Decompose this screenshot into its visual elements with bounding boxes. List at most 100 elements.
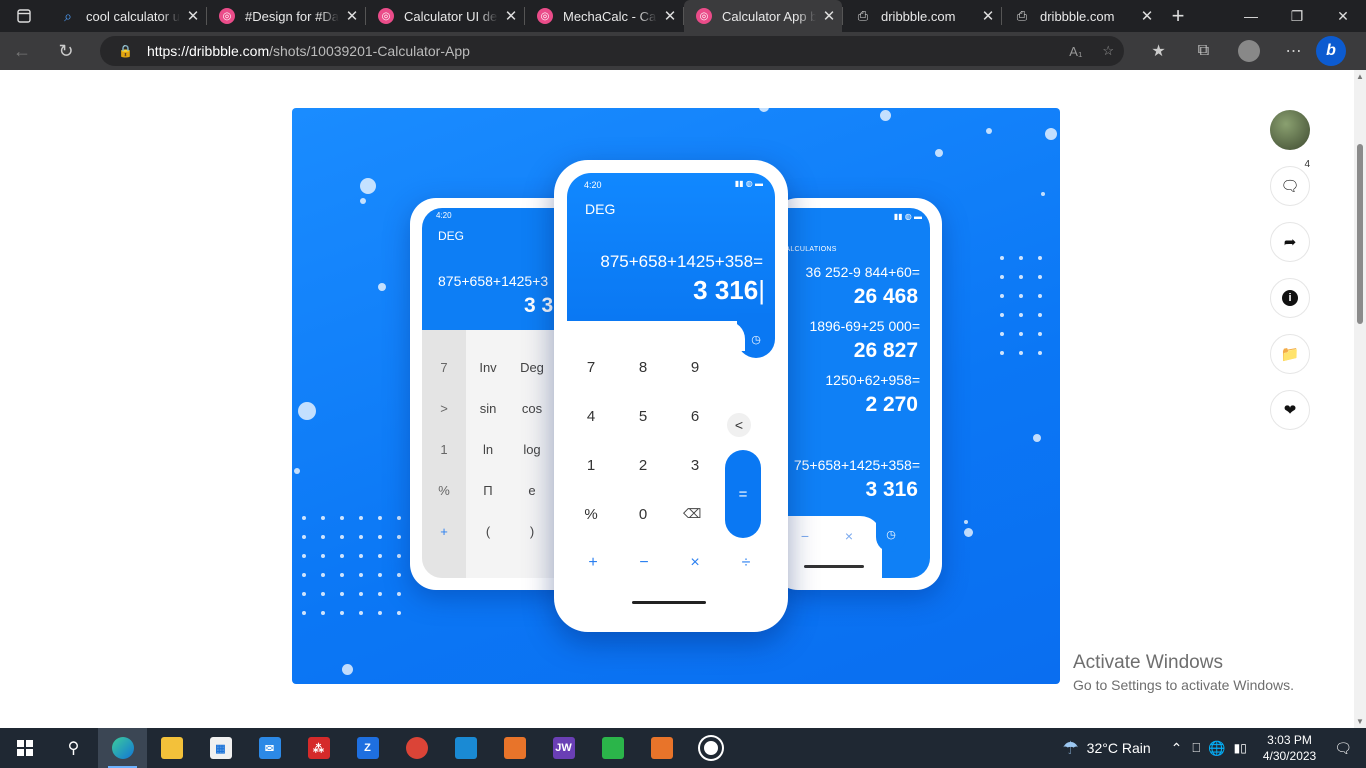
close-tab-icon[interactable]: ✕ — [816, 7, 842, 25]
right-phone-status-icons: ▮▮ ◍ ▬ — [893, 212, 922, 221]
scroll-down-icon[interactable]: ▼ — [1356, 717, 1364, 726]
battery-icon[interactable]: ▮▯ — [1234, 741, 1247, 755]
comments-button[interactable]: 🗨 4 — [1270, 159, 1313, 206]
calculator-key[interactable]: 2 — [623, 457, 663, 474]
close-tab-icon[interactable]: ✕ — [498, 7, 524, 25]
collections-icon[interactable]: ⧉ — [1181, 42, 1226, 60]
tab-actions-icon — [17, 9, 31, 23]
network-icon[interactable]: 🌐 — [1208, 740, 1225, 757]
decor-dot — [759, 108, 769, 112]
left-phone-mode: DEG — [438, 229, 465, 243]
activate-windows-watermark: Activate Windows Go to Settings to activ… — [1073, 652, 1294, 693]
new-tab-button[interactable]: + — [1160, 3, 1196, 29]
left-phone-expression: 875+658+1425+3 — [438, 273, 549, 289]
operator-key[interactable]: ÷ — [731, 554, 761, 572]
zalo-taskbar-button[interactable]: Z — [343, 728, 392, 768]
calculator-key[interactable]: % — [571, 506, 611, 523]
start-button[interactable] — [0, 728, 49, 768]
green-app-icon — [601, 737, 624, 759]
close-tab-icon[interactable]: ✕ — [975, 7, 1001, 25]
tray-device-icon[interactable]: ⎕ — [1192, 740, 1200, 756]
store-icon: ▦ — [209, 737, 232, 759]
file-explorer-button[interactable] — [147, 728, 196, 768]
save-to-collection-button[interactable]: 📁 — [1270, 334, 1310, 374]
page-scrollbar[interactable]: ▲ ▼ — [1354, 70, 1366, 728]
info-icon: i — [1282, 290, 1298, 306]
browser-tab[interactable]: ◎ MechaCalc - Calc ✕ — [525, 0, 683, 32]
browser-tab[interactable]: ⌕ cool calculator ui ✕ — [48, 0, 206, 32]
back-button[interactable]: ← — [0, 32, 44, 70]
calculator-key[interactable]: 7 — [571, 359, 611, 376]
add-favorite-icon[interactable]: ☆ — [1102, 43, 1114, 59]
designer-avatar[interactable] — [1270, 110, 1310, 150]
shot-image: 4:20 DEG 875+658+1425+3 3 3 7 Inv Deg > sin c… — [292, 108, 1060, 684]
edge-taskbar-button[interactable] — [98, 728, 147, 768]
operator-key[interactable]: + — [578, 554, 608, 572]
chevron-left-key[interactable]: < — [727, 413, 751, 437]
browser-tab[interactable]: ◎ Calculator App by ✕ — [684, 0, 842, 32]
backspace-key[interactable]: ⌫ — [683, 506, 701, 522]
calculator-key[interactable]: 4 — [571, 408, 611, 425]
operator-key[interactable]: − — [629, 554, 659, 572]
url-field[interactable]: 🔒 https://dribbble.com/shots/10039201-Ca… — [100, 36, 1124, 66]
scroll-up-icon[interactable]: ▲ — [1356, 72, 1364, 81]
store-button[interactable]: ▦ — [196, 728, 245, 768]
page-content: 4:20 DEG 875+658+1425+3 3 3 7 Inv Deg > sin c… — [0, 70, 1366, 728]
dribbble-icon: ◎ — [696, 8, 712, 24]
center-phone-mode: DEG — [585, 201, 616, 217]
refresh-button[interactable]: ↻ — [44, 32, 88, 70]
calculator-key[interactable]: 9 — [675, 359, 715, 376]
close-tab-icon[interactable]: ✕ — [1134, 7, 1160, 25]
browser-tab[interactable]: ◎ #Design for #Dai ✕ — [207, 0, 365, 32]
share-button[interactable]: ➦ — [1270, 222, 1310, 262]
info-button[interactable]: i — [1270, 278, 1310, 318]
like-button[interactable]: ❤ — [1270, 390, 1310, 430]
jw-taskbar-button[interactable]: JW — [539, 728, 588, 768]
calculator-key[interactable]: 5 — [623, 408, 663, 425]
close-window-button[interactable]: ✕ — [1320, 0, 1366, 32]
more-menu-icon[interactable]: ⋯ — [1271, 41, 1316, 61]
profile-button[interactable] — [1226, 40, 1271, 62]
tray-chevron-icon[interactable]: ⌃ — [1171, 740, 1183, 757]
restore-button[interactable]: ❐ — [1274, 0, 1320, 32]
calculator-key[interactable]: 6 — [675, 408, 715, 425]
close-tab-icon[interactable]: ✕ — [339, 7, 365, 25]
close-tab-icon[interactable]: ✕ — [657, 7, 683, 25]
calculator-key[interactable]: 1 — [571, 457, 611, 474]
tab-actions-button[interactable] — [0, 0, 48, 32]
mail-button[interactable]: ✉ — [245, 728, 294, 768]
browser-tab[interactable]: ⎙ dribbble.com ✕ — [843, 0, 1001, 32]
weather-text[interactable]: 32°C Rain — [1087, 740, 1151, 756]
calculator-key[interactable]: 3 — [675, 457, 715, 474]
jw-icon: JW — [552, 737, 575, 759]
pdf-reader-button[interactable]: ⁂ — [294, 728, 343, 768]
clock[interactable]: 3:03 PM 4/30/2023 — [1263, 732, 1316, 764]
green-app-taskbar-button[interactable] — [588, 728, 637, 768]
notifications-icon[interactable]: 🗨 — [1334, 740, 1352, 757]
circle-app-taskbar-button[interactable] — [686, 728, 735, 768]
read-aloud-icon[interactable]: A₁ — [1069, 44, 1082, 59]
scrollbar-thumb[interactable] — [1357, 144, 1363, 324]
bing-button[interactable]: b — [1316, 36, 1361, 66]
tab-title: dribbble.com — [1040, 8, 1115, 24]
tab-title: MechaCalc - Calc — [563, 8, 657, 24]
browser-tab[interactable]: ◎ Calculator UI desi ✕ — [366, 0, 524, 32]
app-orange-2-taskbar-button[interactable] — [637, 728, 686, 768]
minimize-button[interactable]: — — [1228, 0, 1274, 32]
search-button[interactable]: ⚲ — [49, 728, 98, 768]
right-phone-minus-key: − — [800, 528, 810, 544]
vscode-taskbar-button[interactable] — [441, 728, 490, 768]
left-phone-key: 7 — [440, 360, 448, 375]
weather-icon: ☂ — [1062, 737, 1079, 758]
chrome-taskbar-button[interactable] — [392, 728, 441, 768]
calculator-key[interactable]: 8 — [623, 359, 663, 376]
favorites-icon[interactable]: ★ — [1136, 41, 1181, 61]
tab-bar: ⌕ cool calculator ui ✕ ◎ #Design for #Dai ✕ ◎ C… — [0, 0, 1366, 32]
close-tab-icon[interactable]: ✕ — [180, 7, 206, 25]
app-orange-taskbar-button[interactable] — [490, 728, 539, 768]
operator-key[interactable]: × — [680, 554, 710, 572]
calculator-key[interactable]: 0 — [623, 506, 663, 523]
search-icon: ⌕ — [64, 7, 72, 24]
equals-key[interactable]: = — [725, 450, 761, 538]
browser-tab[interactable]: ⎙ dribbble.com ✕ — [1002, 0, 1160, 32]
